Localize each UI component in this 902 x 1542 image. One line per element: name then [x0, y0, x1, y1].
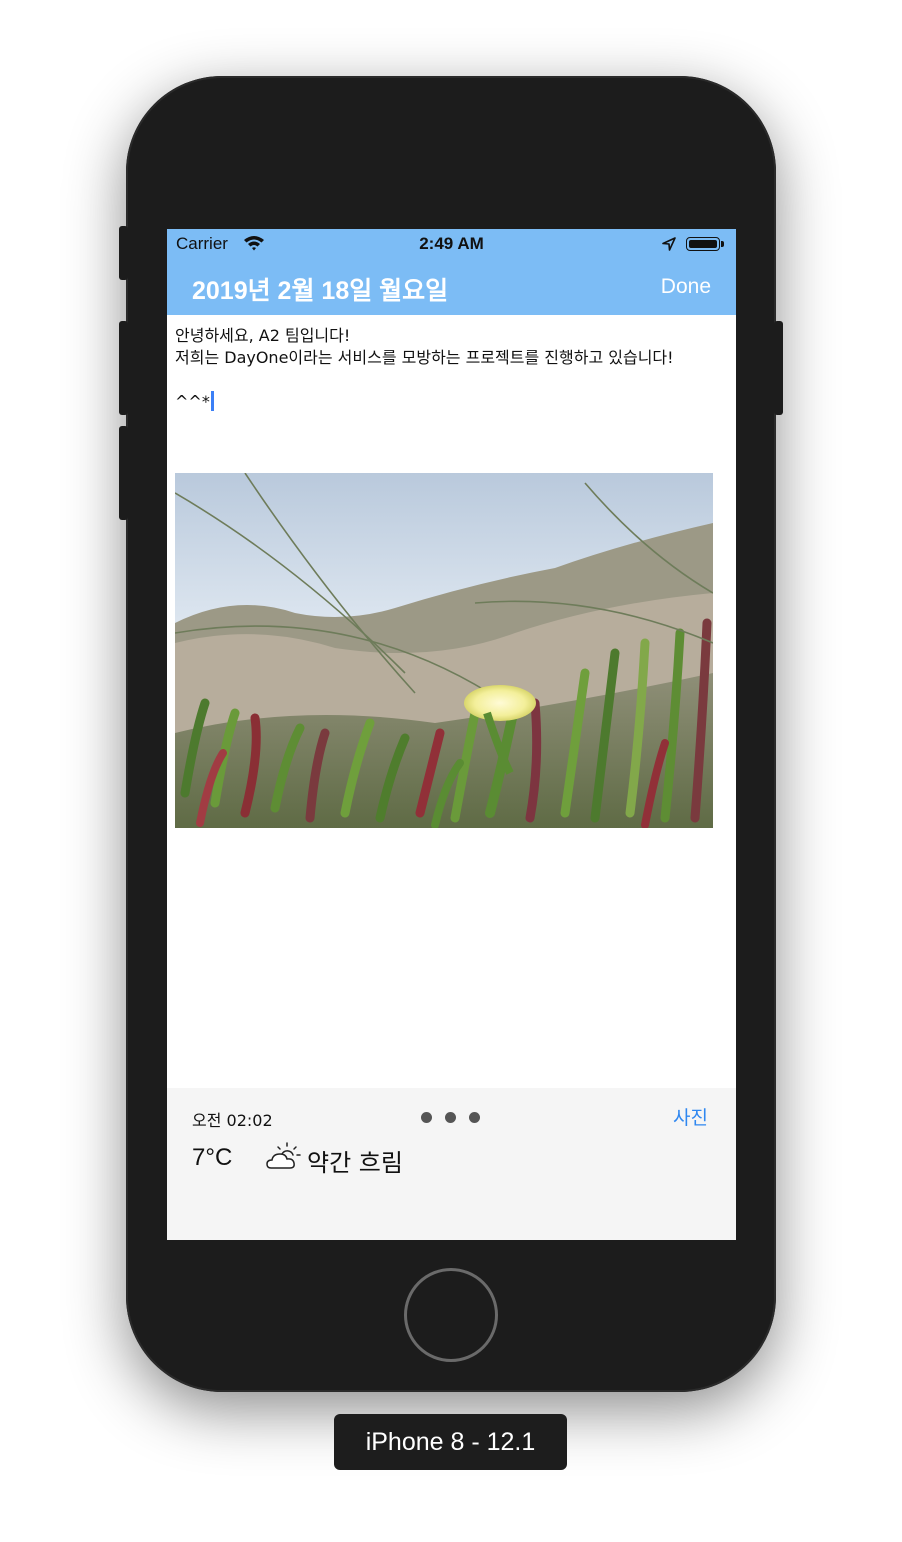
entry-text[interactable]: 안녕하세요, A2 팀입니다! 저희는 DayOne이라는 서비스를 모방하는 …: [175, 326, 674, 411]
entry-text-editor[interactable]: 안녕하세요, A2 팀입니다! 저희는 DayOne이라는 서비스를 모방하는 …: [175, 325, 725, 413]
mute-switch: [119, 226, 128, 280]
device-label: iPhone 8 - 12.1: [334, 1414, 567, 1470]
battery-icon: [686, 237, 724, 251]
volume-up-button: [119, 321, 128, 415]
location-arrow-icon: [661, 236, 677, 257]
entry-footer: 오전 02:02 사진 7°C 약간 흐림: [167, 1088, 736, 1240]
volume-down-button: [119, 426, 128, 520]
more-options-icon[interactable]: [421, 1108, 493, 1123]
app-screen: Carrier 2:49 AM 2019년 2월 18일 월요일 Done 안녕…: [167, 229, 736, 1240]
power-button: [774, 321, 783, 415]
navigation-bar: 2019년 2월 18일 월요일 Done: [167, 259, 736, 315]
status-bar: Carrier 2:49 AM: [167, 229, 736, 259]
entry-time[interactable]: 오전 02:02: [192, 1107, 273, 1131]
status-time: 2:49 AM: [419, 234, 484, 253]
entry-date-title[interactable]: 2019년 2월 18일 월요일: [192, 271, 448, 307]
attached-photo[interactable]: [175, 473, 713, 828]
photo-button[interactable]: 사진: [673, 1103, 708, 1130]
text-cursor: [210, 391, 214, 411]
temperature: 7°C: [192, 1144, 233, 1171]
home-button[interactable]: [404, 1268, 498, 1362]
cloud-sun-icon: [265, 1142, 301, 1178]
done-button[interactable]: Done: [661, 275, 711, 299]
weather-condition: 약간 흐림: [307, 1149, 403, 1177]
